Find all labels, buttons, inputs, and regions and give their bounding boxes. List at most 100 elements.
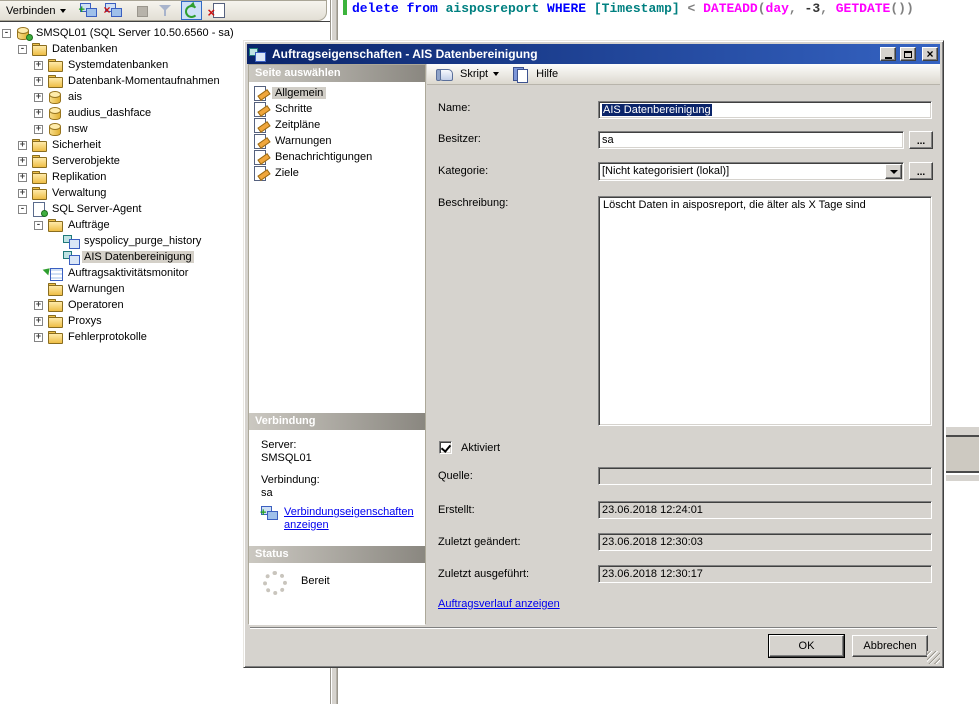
expand-icon[interactable]: + — [34, 109, 43, 118]
expand-icon[interactable]: + — [34, 93, 43, 102]
expand-icon[interactable]: + — [18, 141, 27, 150]
tree-item-label[interactable]: nsw — [66, 123, 90, 135]
page-list-label[interactable]: Zeitpläne — [272, 119, 323, 131]
tree-item-label[interactable]: Proxys — [66, 315, 104, 327]
page-list-item[interactable]: Ziele — [249, 165, 425, 181]
refresh-icon — [184, 4, 198, 17]
sql-token: GETDATE — [836, 1, 891, 16]
close-button[interactable]: × — [922, 47, 938, 61]
description-textarea[interactable]: Löscht Daten in aisposreport, die älter … — [598, 196, 932, 426]
tree-item-label[interactable]: SQL Server-Agent — [50, 203, 143, 215]
cancel-button[interactable]: Abbrechen — [852, 635, 928, 657]
owner-input[interactable]: sa — [598, 131, 904, 149]
tree-item-label[interactable]: Verwaltung — [50, 187, 108, 199]
tree-item-label[interactable]: Warnungen — [66, 283, 126, 295]
page-list-label[interactable]: Schritte — [272, 103, 315, 115]
enabled-checkbox[interactable] — [439, 441, 452, 454]
page-icon — [253, 150, 270, 164]
tree-item-label[interactable]: Datenbank-Momentaufnahmen — [66, 75, 222, 87]
connect-dropdown-button[interactable]: Verbinden — [0, 1, 72, 20]
changed-line-indicator — [343, 0, 347, 15]
folder-icon — [47, 330, 64, 344]
category-browse-button[interactable]: ... — [909, 162, 933, 180]
sql-token: ()) — [890, 1, 913, 16]
tree-item[interactable]: - SMSQL01 (SQL Server 10.50.6560 - sa) — [0, 25, 330, 41]
minimize-button[interactable] — [880, 47, 896, 61]
dialog-titlebar[interactable]: Auftragseigenschaften - AIS Datenbereini… — [247, 44, 940, 64]
name-input[interactable]: AIS Datenbereinigung — [598, 101, 932, 119]
tree-item-label[interactable]: AIS Datenbereinigung — [82, 251, 194, 263]
connect-dropdown-label: Verbinden — [6, 5, 56, 17]
filter-icon[interactable] — [157, 3, 174, 18]
collapse-icon[interactable]: - — [18, 45, 27, 54]
folder-icon — [47, 58, 64, 72]
owner-browse-button[interactable]: ... — [909, 131, 933, 149]
sql-statement[interactable]: delete from aisposreport WHERE [Timestam… — [352, 1, 914, 16]
folder-icon — [47, 282, 64, 296]
page-list-label[interactable]: Warnungen — [272, 135, 334, 147]
stop-icon — [133, 3, 150, 18]
collapse-icon[interactable]: - — [2, 29, 11, 38]
view-connection-properties-link[interactable]: Verbindungseigenschaften anzeigen — [284, 506, 402, 532]
page-icon — [253, 134, 270, 148]
maximize-button[interactable] — [900, 47, 916, 61]
page-list-label[interactable]: Ziele — [272, 167, 302, 179]
sql-token: , — [820, 1, 836, 16]
expand-icon[interactable]: + — [18, 157, 27, 166]
expand-icon[interactable]: + — [34, 317, 43, 326]
tree-item-label[interactable]: Fehlerprotokolle — [66, 331, 149, 343]
name-label: Name: — [438, 102, 470, 114]
page-list-item[interactable]: Allgemein — [249, 85, 425, 101]
tree-item-label[interactable]: SMSQL01 (SQL Server 10.50.6560 - sa) — [34, 27, 236, 39]
help-button[interactable]: Hilfe — [536, 68, 558, 80]
tree-item-label[interactable]: Aufträge — [66, 219, 112, 231]
page-list-label[interactable]: Allgemein — [272, 87, 326, 99]
expand-icon[interactable]: + — [34, 333, 43, 342]
owner-label: Besitzer: — [438, 133, 481, 145]
tree-item-label[interactable]: Auftragsaktivitätsmonitor — [66, 267, 190, 279]
expand-icon[interactable]: + — [34, 301, 43, 310]
tree-item-label[interactable]: Datenbanken — [50, 43, 119, 55]
maximize-icon — [904, 51, 912, 58]
page-list-item[interactable]: Zeitpläne — [249, 117, 425, 133]
background-splitter-bar[interactable] — [946, 435, 979, 473]
page-icon — [253, 166, 270, 180]
pages-list[interactable]: Allgemein Schritte Zeitpläne Warnungen Benac… — [249, 82, 425, 413]
collapse-icon[interactable]: - — [34, 221, 43, 230]
collapse-icon[interactable]: - — [18, 205, 27, 214]
resize-grip[interactable] — [927, 651, 940, 664]
expand-icon[interactable]: + — [34, 125, 43, 134]
source-label: Quelle: — [438, 470, 473, 482]
script-icon — [436, 67, 453, 81]
expand-icon[interactable]: + — [34, 77, 43, 86]
page-list-item[interactable]: Schritte — [249, 101, 425, 117]
page-selector-panel: Seite auswählen AllgemeinSchritteZeitplä… — [248, 64, 426, 624]
expand-icon[interactable]: + — [18, 173, 27, 182]
script-error-icon[interactable] — [210, 3, 227, 18]
background-splitter-strip — [946, 427, 979, 435]
expand-icon[interactable]: + — [18, 189, 27, 198]
page-list-item[interactable]: Benachrichtigungen — [249, 149, 425, 165]
tree-item-label[interactable]: Operatoren — [66, 299, 126, 311]
category-dropdown[interactable]: [Nicht kategorisiert (lokal)] — [598, 162, 904, 181]
tree-item-label[interactable]: ais — [66, 91, 84, 103]
tree-item-label[interactable]: Systemdatenbanken — [66, 59, 170, 71]
view-job-history-link[interactable]: Auftragsverlauf anzeigen — [438, 598, 560, 610]
tree-item-label[interactable]: Serverobjekte — [50, 155, 122, 167]
script-button[interactable]: Skript — [460, 68, 488, 80]
tree-item-label[interactable]: syspolicy_purge_history — [82, 235, 203, 247]
tree-item-label[interactable]: Sicherheit — [50, 139, 103, 151]
tree-item-label[interactable]: audius_dashface — [66, 107, 153, 119]
dropdown-arrow-icon[interactable] — [885, 164, 902, 179]
ok-button[interactable]: OK — [769, 635, 844, 657]
expand-icon[interactable]: + — [34, 61, 43, 70]
sql-token: < — [687, 1, 703, 16]
tree-item-label[interactable]: Replikation — [50, 171, 108, 183]
page-list-item[interactable]: Warnungen — [249, 133, 425, 149]
page-list-label[interactable]: Benachrichtigungen — [272, 151, 375, 163]
refresh-button[interactable] — [181, 1, 202, 20]
disconnect-server-icon[interactable] — [105, 3, 122, 18]
connection-panel: Server: SMSQL01 Verbindung: sa Verbindun… — [249, 430, 425, 546]
connect-server-icon[interactable] — [80, 3, 97, 18]
chevron-down-icon[interactable] — [493, 72, 499, 76]
